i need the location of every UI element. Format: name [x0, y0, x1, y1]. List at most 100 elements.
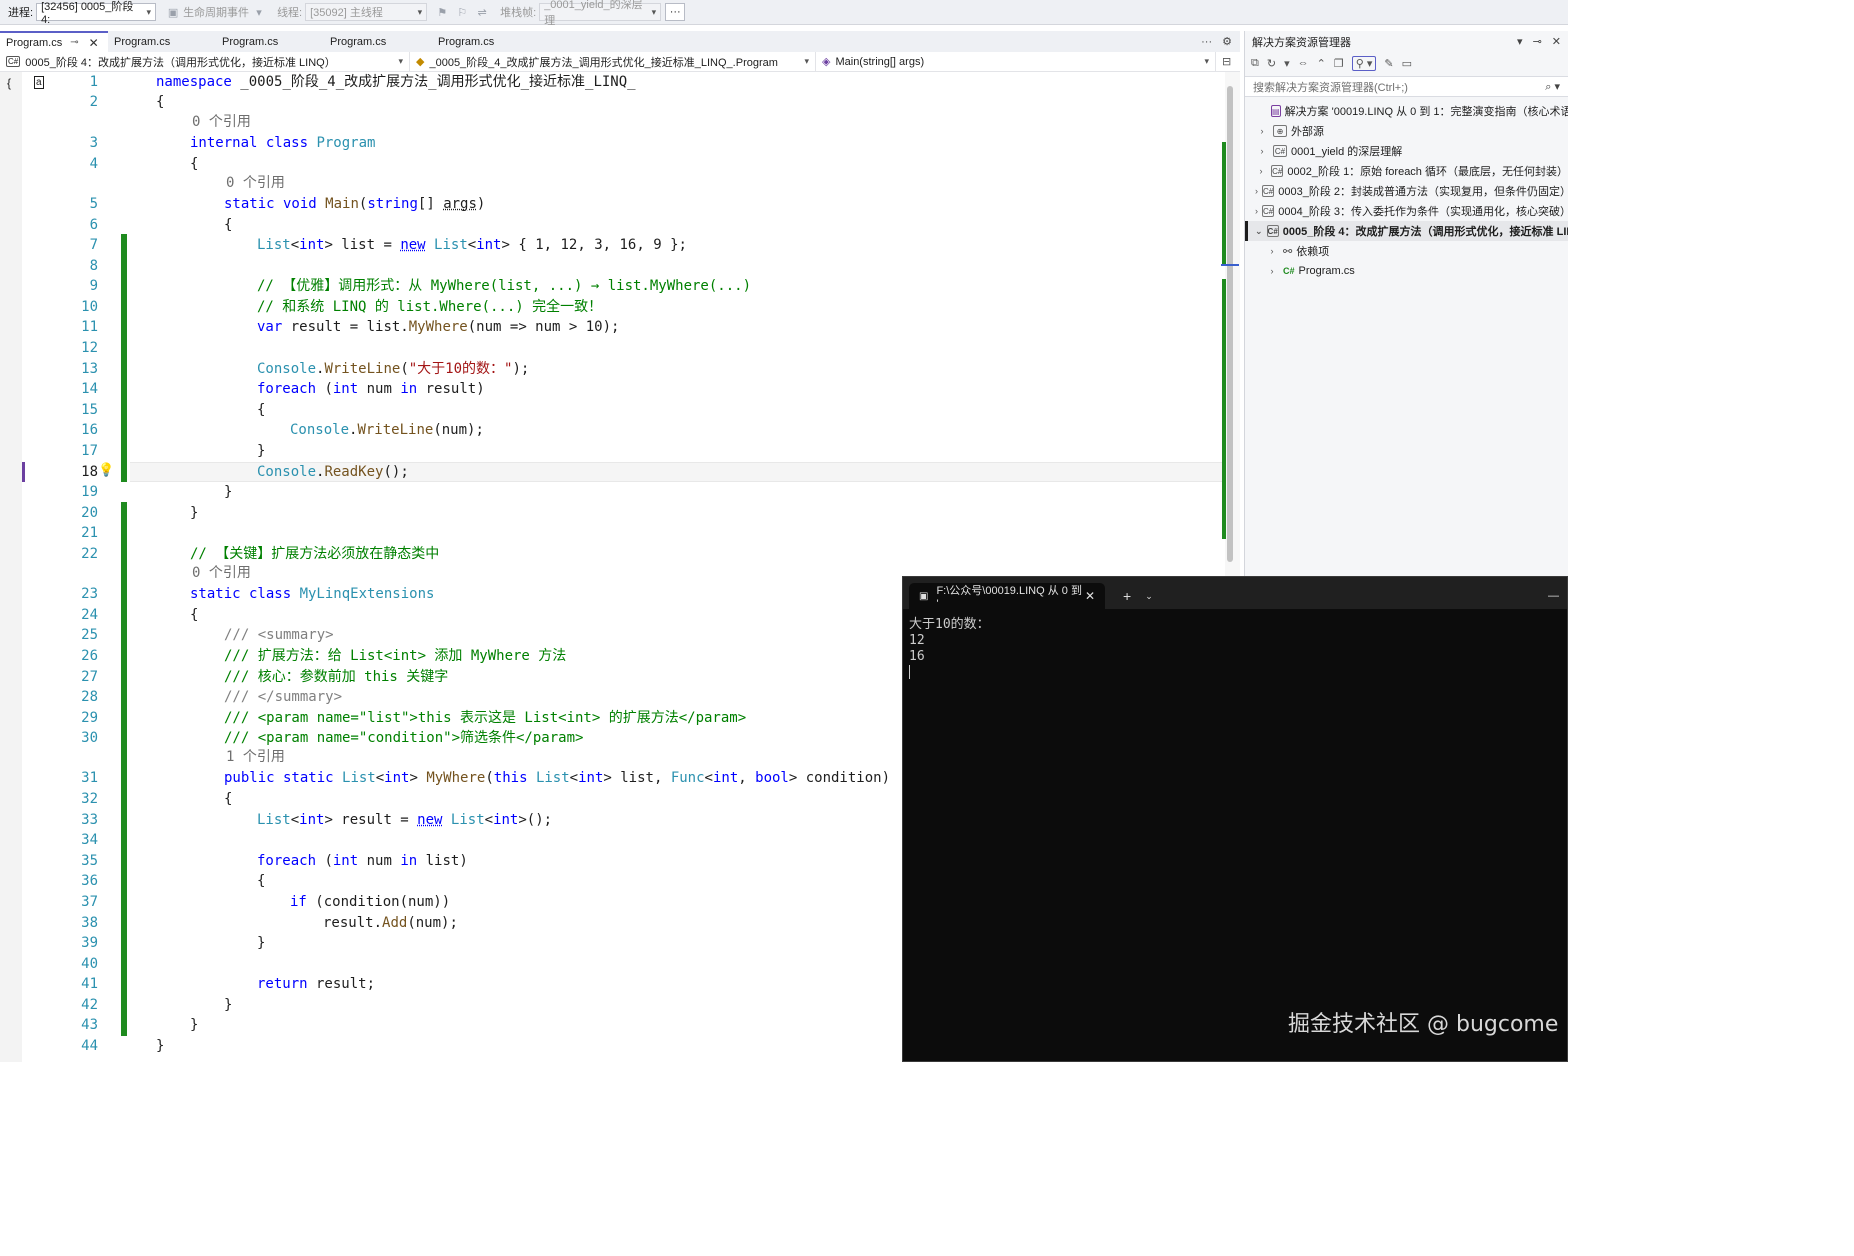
project-dropdown[interactable]: C# 0005_阶段 4：改成扩展方法（调用形式优化，接近标准 LINQ） ▾ [0, 51, 410, 72]
minimize-icon[interactable]: — [1548, 583, 1559, 609]
tab-program-cs[interactable]: Program.cs [108, 31, 216, 52]
reference-count[interactable]: 1 个引用 [226, 748, 285, 766]
scrollbar-thumb[interactable] [1227, 86, 1233, 562]
code-line: } [224, 484, 233, 500]
collapse-all-icon[interactable]: ⌃ [1317, 57, 1326, 70]
chevron-right-icon[interactable]: › [1265, 246, 1279, 256]
class-name: _0005_阶段_4_改成扩展方法_调用形式优化_接近标准_LINQ_.Prog… [429, 56, 778, 69]
line-number: 17 [81, 443, 98, 459]
console-line: 16 [909, 649, 925, 664]
member-dropdown[interactable]: ◈ Main(string[] args) ▾ [816, 51, 1216, 72]
flag-all-icon[interactable]: ⚐ [455, 5, 469, 19]
reference-count[interactable]: 0 个引用 [192, 113, 251, 131]
line-number: 37 [81, 894, 98, 910]
line-number: 18 [81, 464, 98, 480]
toolbar-more-button[interactable]: ··· [665, 3, 686, 21]
line-number: 27 [81, 669, 98, 685]
tree-solution-root[interactable]: ▤ 解决方案 '00019.LINQ 从 0 到 1：完整演变指南（核心术语解 [1245, 101, 1568, 121]
close-icon[interactable]: ✕ [1552, 35, 1561, 48]
tree-item-external-sources[interactable]: › ⊕ 外部源 [1245, 121, 1568, 141]
line-number: 23 [81, 586, 98, 602]
process-dropdown[interactable]: [32456] 0005_阶段 4: ▾ [36, 1, 157, 26]
lifecycle-events-label[interactable]: 生命周期事件 [183, 4, 249, 20]
solution-search-input[interactable]: 搜索解决方案资源管理器(Ctrl+;) ⌕ ▾ [1245, 76, 1568, 97]
line-number: 10 [81, 299, 98, 315]
console-output[interactable]: 大于10的数： 12 16 [903, 609, 1567, 692]
close-icon[interactable]: ✕ [89, 36, 99, 50]
chevron-down-icon[interactable]: ▾ [1517, 35, 1523, 48]
line-number: 34 [81, 832, 98, 848]
tree-item-project[interactable]: › C# 0002_阶段 1：原始 foreach 循环（最底层，无任何封装） [1245, 161, 1568, 181]
tree-item-project[interactable]: › C# 0004_阶段 3：传入委托作为条件（实现通用化，核心突破） [1245, 201, 1568, 221]
tree-item-project[interactable]: › C# 0001_yield 的深层理解 [1245, 141, 1568, 161]
code-line: return result; [257, 976, 376, 992]
chevron-down-icon[interactable]: ⌄ [1255, 226, 1263, 237]
chevron-right-icon[interactable]: › [1255, 166, 1267, 176]
history-icon[interactable]: ↻ [1267, 57, 1276, 70]
chevron-right-icon[interactable]: › [1265, 266, 1279, 276]
line-number: 43 [81, 1017, 98, 1033]
copy-icon[interactable]: ❐ [1334, 57, 1344, 70]
tree-item-label: 0003_阶段 2：封装成普通方法（实现复用，但条件仍固定） [1278, 186, 1568, 198]
stackframe-dropdown[interactable]: _0001_yield_的深层理 ▾ [539, 0, 662, 27]
class-dropdown[interactable]: ◆ _0005_阶段_4_改成扩展方法_调用形式优化_接近标准_LINQ_.Pr… [410, 51, 816, 72]
gear-icon[interactable]: ⚙ [1222, 35, 1232, 48]
code-line: } [156, 1038, 165, 1054]
pin-icon[interactable]: ⊸ [1533, 35, 1542, 48]
flag-icon[interactable]: ⚑ [435, 5, 449, 19]
code-line: /// </summary> [130, 687, 342, 707]
tree-item-label: 外部源 [1291, 126, 1324, 138]
line-number: 5 [89, 196, 98, 212]
threads-icon[interactable]: ⇌ [475, 5, 489, 19]
console-tab-title: F:\公众号\00019.LINQ 从 0 到 ' [936, 585, 1082, 610]
sync-icon[interactable]: ⇔ [1298, 57, 1309, 69]
line-number: 4 [89, 156, 98, 172]
chevron-down-icon[interactable]: ▾ [1284, 57, 1290, 70]
split-editor-icon[interactable]: ⊟ [1222, 55, 1231, 68]
code-line: } [224, 997, 233, 1013]
thread-dropdown[interactable]: [35092] 主线程 ▾ [305, 3, 428, 21]
line-number: 20 [81, 505, 98, 521]
line-number: 7 [89, 237, 98, 253]
tree-item-label: 0005_阶段 4：改成扩展方法（调用形式优化，接近标准 LIN [1282, 226, 1568, 238]
line-number: 42 [81, 997, 98, 1013]
pin-icon[interactable]: ⊸ [70, 37, 78, 48]
solution-icon: ▤ [1271, 105, 1281, 117]
line-number: 21 [81, 525, 98, 541]
chevron-right-icon[interactable]: › [1255, 206, 1258, 216]
reference-count[interactable]: 0 个引用 [192, 564, 251, 582]
tree-item-dependencies[interactable]: › ⚯ 依赖项 [1245, 241, 1568, 261]
tree-item-project-selected[interactable]: ⌄ C# 0005_阶段 4：改成扩展方法（调用形式优化，接近标准 LIN [1245, 221, 1568, 241]
console-tab[interactable]: ▣ F:\公众号\00019.LINQ 从 0 到 ' ✕ [909, 583, 1105, 610]
search-icon[interactable]: ⌕ ▾ [1545, 80, 1560, 94]
tree-item-project[interactable]: › C# 0003_阶段 2：封装成普通方法（实现复用，但条件仍固定） [1245, 181, 1568, 201]
code-line: { [224, 217, 233, 233]
tree-item-label: 解决方案 '00019.LINQ 从 0 到 1：完整演变指南（核心术语解 [1284, 106, 1568, 118]
tree-item-program-cs[interactable]: › C# Program.cs [1245, 261, 1568, 281]
lightbulb-icon[interactable]: 💡 [98, 462, 114, 478]
external-sources-icon: ⊕ [1273, 125, 1287, 137]
code-line: } [190, 1017, 199, 1033]
filter-toggle-icon[interactable]: ⚲ ▾ [1351, 55, 1377, 71]
lifecycle-events-icon[interactable]: ▣ [166, 5, 180, 19]
preview-icon[interactable]: ▭ [1402, 57, 1412, 70]
tab-overflow-icon[interactable]: ··· [1201, 36, 1212, 48]
tab-program-cs-active[interactable]: Program.cs ⊸ ✕ [0, 31, 108, 52]
wrench-icon[interactable]: ✎ [1384, 57, 1393, 70]
tab-program-cs[interactable]: Program.cs [324, 31, 432, 52]
tab-program-cs[interactable]: Program.cs [216, 31, 324, 52]
csharp-project-icon: C# [1266, 225, 1279, 237]
chevron-right-icon[interactable]: › [1255, 126, 1269, 136]
tab-program-cs[interactable]: Program.cs [432, 31, 540, 52]
csharp-project-icon: C# [1262, 185, 1275, 197]
close-icon[interactable]: ✕ [1085, 589, 1095, 603]
switch-views-icon[interactable]: ⧉ [1251, 57, 1259, 70]
line-number: 6 [89, 217, 98, 233]
chevron-right-icon[interactable]: › [1255, 146, 1269, 156]
line-number: 14 [81, 381, 98, 397]
line-number: 40 [81, 956, 98, 972]
reference-count[interactable]: 0 个引用 [226, 174, 285, 192]
new-tab-icon[interactable]: + [1123, 583, 1131, 609]
chevron-down-icon[interactable]: ⌄ [1145, 583, 1153, 609]
chevron-right-icon[interactable]: › [1255, 186, 1258, 196]
